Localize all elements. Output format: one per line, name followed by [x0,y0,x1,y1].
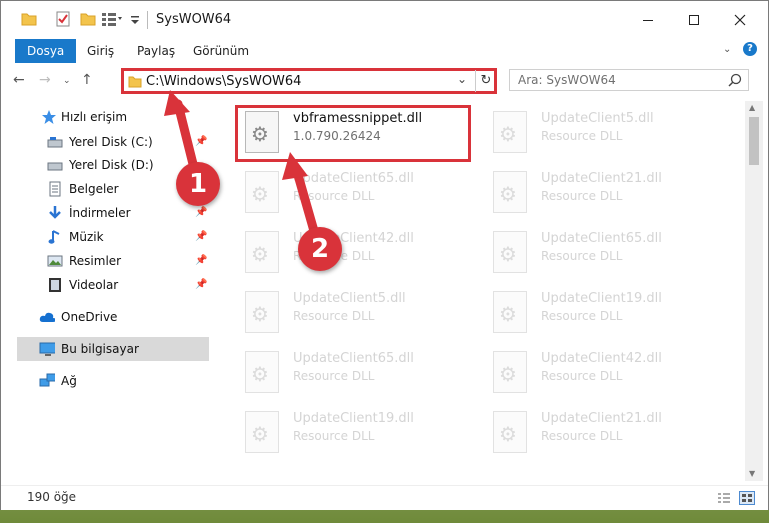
step-2-badge: 2 [298,227,342,271]
arrow-2 [282,152,321,243]
annotation-overlay [164,90,321,243]
step-1-badge: 1 [176,162,220,206]
